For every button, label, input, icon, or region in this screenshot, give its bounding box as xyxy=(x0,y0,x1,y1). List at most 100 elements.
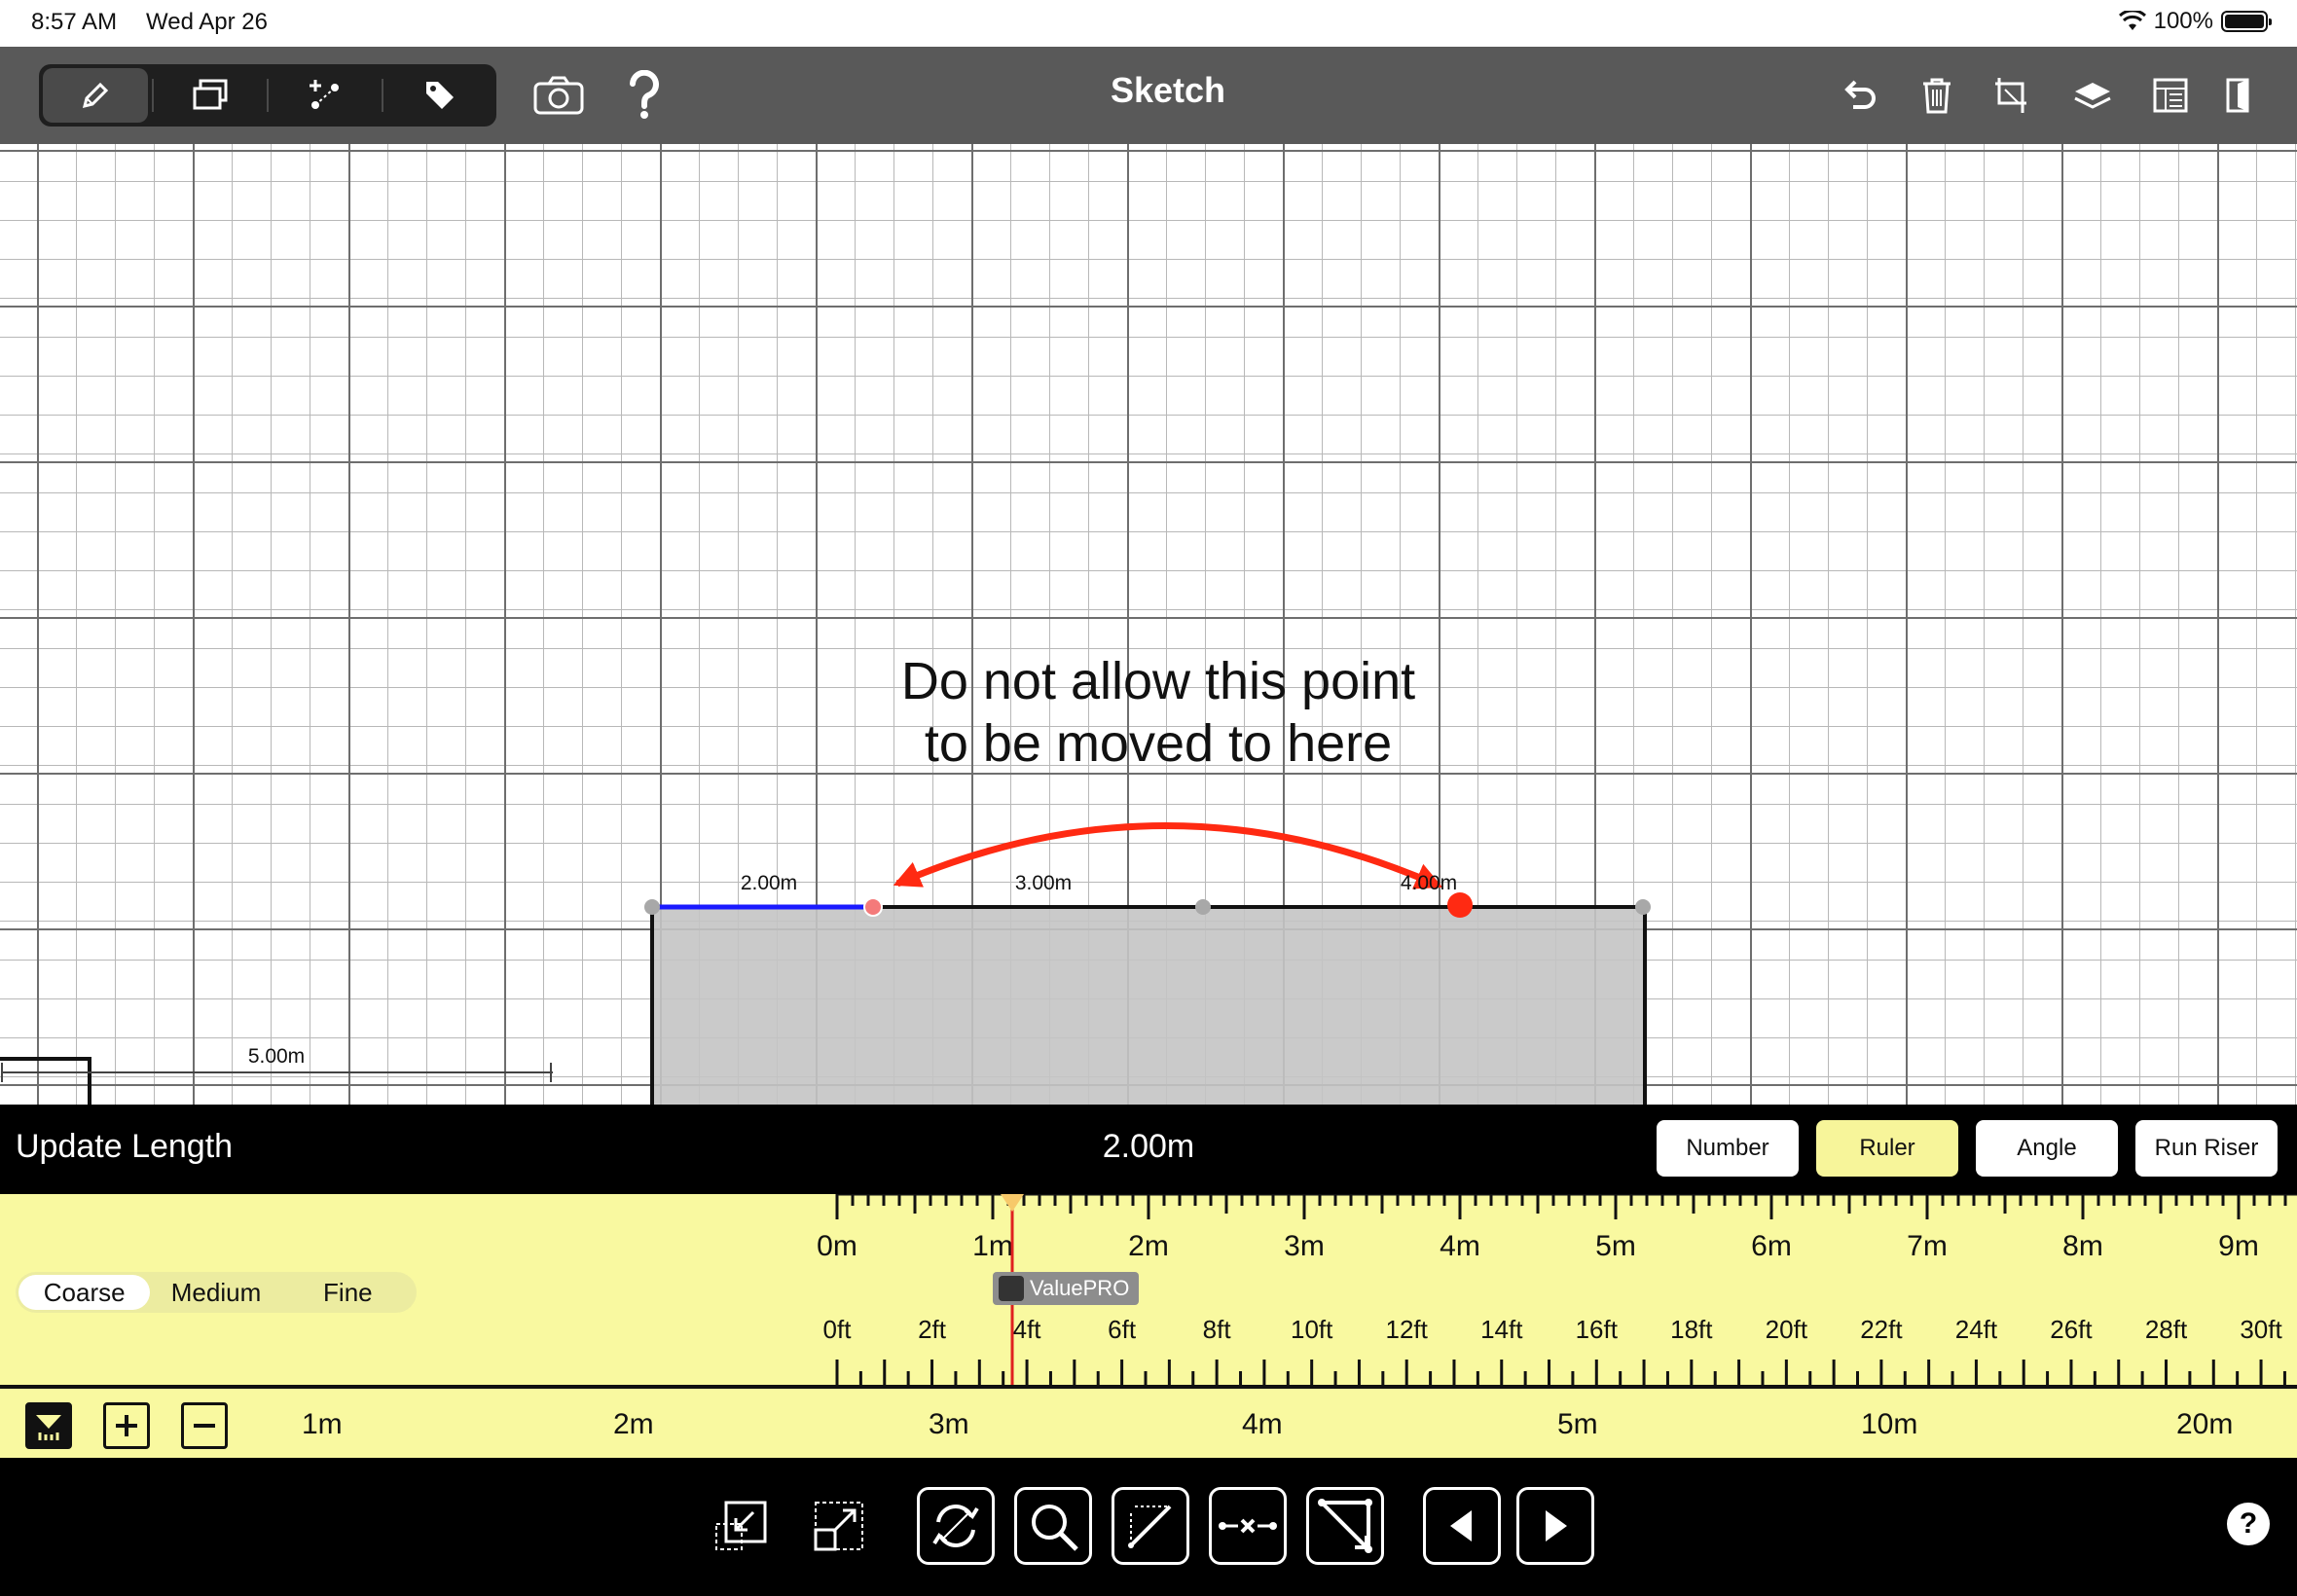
add-point-icon[interactable] xyxy=(269,64,382,127)
split-segment-icon[interactable] xyxy=(1209,1487,1287,1565)
imperial-tick-label: 6ft xyxy=(1108,1315,1137,1344)
wifi-icon xyxy=(2118,11,2146,30)
run-riser-mode-button[interactable]: Run Riser xyxy=(2135,1120,2278,1177)
status-right: 100% xyxy=(2118,8,2272,35)
mode-segmented-control xyxy=(39,64,496,127)
metric-tick-label: 5m xyxy=(1595,1230,1636,1262)
imperial-tick-label: 2ft xyxy=(918,1315,947,1344)
list-icon[interactable] xyxy=(2141,66,2200,125)
room-shape[interactable] xyxy=(652,907,1645,1105)
imperial-tick-label: 30ft xyxy=(2240,1315,2282,1344)
double-arrow xyxy=(893,822,1443,889)
imperial-tick-label: 12ft xyxy=(1386,1315,1429,1344)
metric-tick-label: 0m xyxy=(817,1230,857,1262)
toolbar: Sketch xyxy=(0,47,2297,144)
imperial-tick-label: 14ft xyxy=(1480,1315,1523,1344)
valuepro-logo: ValuePRO xyxy=(993,1272,1139,1305)
undo-icon[interactable] xyxy=(1830,66,1888,125)
battery-icon xyxy=(2221,11,2272,32)
ruler-panel[interactable]: Coarse Medium Fine 0m 1m 2m 3m 4m 5m 6m 7m 8m 9m 0… xyxy=(0,1194,2297,1385)
shrink-icon[interactable] xyxy=(703,1487,781,1565)
layers-icon[interactable] xyxy=(2063,66,2122,125)
vertex-point[interactable] xyxy=(1195,899,1211,915)
diagonal-icon[interactable] xyxy=(1306,1487,1384,1565)
previous-icon[interactable] xyxy=(1423,1487,1501,1565)
rotate-icon[interactable] xyxy=(917,1487,995,1565)
scale-bar: 1m 2m 3m 4m 5m 10m 20m xyxy=(0,1385,2297,1458)
draw-line-icon[interactable] xyxy=(1112,1487,1189,1565)
adjacent-room-edge xyxy=(0,1057,91,1105)
imperial-tick-label: 26ft xyxy=(2050,1315,2093,1344)
scale-label[interactable]: 10m xyxy=(1861,1408,1917,1441)
target-vertex-point[interactable] xyxy=(1447,892,1473,918)
help-button[interactable]: ? xyxy=(2227,1503,2270,1545)
next-icon[interactable] xyxy=(1516,1487,1594,1565)
annotation-line: Do not allow this point xyxy=(900,652,1416,710)
scale-toggle-icon[interactable] xyxy=(25,1402,72,1449)
status-time: 8:57 AM xyxy=(31,9,118,35)
expand-icon[interactable] xyxy=(800,1487,878,1565)
question-icon[interactable] xyxy=(615,66,674,125)
ruler-mode-button[interactable]: Ruler xyxy=(1816,1120,1958,1177)
bottom-toolbar: ? xyxy=(0,1458,2297,1596)
sketch-drawing: 2.00m 3.00m 4.00m 5.00m xyxy=(0,822,1651,1105)
imperial-tick-label: 0ft xyxy=(823,1315,853,1344)
zoom-out-button[interactable] xyxy=(181,1402,228,1449)
dimension-label: 4.00m xyxy=(1401,872,1457,894)
logo-text: ValuePRO xyxy=(1030,1276,1130,1300)
imperial-tick-label: 22ft xyxy=(1860,1315,1903,1344)
dimension-label: 3.00m xyxy=(1015,872,1072,894)
update-length-label: Update Length xyxy=(16,1128,234,1165)
scale-label[interactable]: 1m xyxy=(302,1408,343,1441)
imperial-tick-label: 10ft xyxy=(1291,1315,1333,1344)
annotation-line: to be moved to here xyxy=(924,714,1393,773)
transform-icon[interactable] xyxy=(1984,66,2042,125)
status-date: Wed Apr 26 xyxy=(146,9,268,35)
imperial-tick-label: 18ft xyxy=(1670,1315,1713,1344)
metric-tick-label: 4m xyxy=(1440,1230,1480,1262)
app-root: 8:57 AM Wed Apr 26 100% Sketch 2.00m 3.0… xyxy=(0,0,2297,1596)
selected-vertex-point[interactable] xyxy=(863,897,883,917)
metric-tick-label: 1m xyxy=(972,1230,1013,1262)
layers-copy-icon[interactable] xyxy=(154,64,267,127)
annotation-text: Do not allow this point to be moved to h… xyxy=(866,650,1450,775)
number-mode-button[interactable]: Number xyxy=(1657,1120,1799,1177)
scale-label[interactable]: 3m xyxy=(929,1408,969,1441)
metric-tick-label: 3m xyxy=(1284,1230,1325,1262)
zoom-icon[interactable] xyxy=(1014,1487,1092,1565)
scale-label[interactable]: 2m xyxy=(613,1408,654,1441)
exit-icon[interactable] xyxy=(2209,66,2268,125)
angle-mode-button[interactable]: Angle xyxy=(1976,1120,2118,1177)
metric-tick-label: 8m xyxy=(2062,1230,2103,1262)
scale-label[interactable]: 5m xyxy=(1557,1408,1598,1441)
vertex-point[interactable] xyxy=(1635,899,1651,915)
imperial-tick-label: 4ft xyxy=(1013,1315,1042,1344)
imperial-tick-label: 24ft xyxy=(1955,1315,1998,1344)
sketch-canvas[interactable]: 2.00m 3.00m 4.00m 5.00m Do not allow thi… xyxy=(0,144,2297,1105)
metric-tick-label: 6m xyxy=(1751,1230,1792,1262)
dimension-label: 5.00m xyxy=(248,1045,305,1068)
imperial-tick-label: 20ft xyxy=(1766,1315,1808,1344)
zoom-in-button[interactable] xyxy=(103,1402,150,1449)
metric-tick-label: 2m xyxy=(1128,1230,1169,1262)
pencil-icon[interactable] xyxy=(43,68,149,123)
metric-tick-label: 9m xyxy=(2218,1230,2259,1262)
battery-percent: 100% xyxy=(2153,8,2213,34)
camera-icon[interactable] xyxy=(529,66,588,125)
scale-label[interactable]: 20m xyxy=(2176,1408,2233,1441)
toolbar-title: Sketch xyxy=(1110,70,1226,110)
ruler-scale[interactable]: 0m 1m 2m 3m 4m 5m 6m 7m 8m 9m 0ft 2ft 4ft 6ft 8ft 10ft 1… xyxy=(0,1194,2297,1385)
value-indicator-handle[interactable] xyxy=(1001,1194,1024,1212)
dimension-label: 2.00m xyxy=(741,872,797,894)
status-bar: 8:57 AM Wed Apr 26 100% xyxy=(0,0,2297,47)
metric-tick-label: 7m xyxy=(1907,1230,1948,1262)
vertex-point[interactable] xyxy=(644,899,660,915)
trash-icon[interactable] xyxy=(1908,66,1966,125)
length-value: 2.00m xyxy=(1102,1128,1195,1165)
imperial-tick-label: 28ft xyxy=(2145,1315,2188,1344)
scale-label[interactable]: 4m xyxy=(1242,1408,1283,1441)
imperial-tick-label: 16ft xyxy=(1576,1315,1619,1344)
imperial-tick-label: 8ft xyxy=(1203,1315,1232,1344)
update-length-bar: Update Length 2.00m Number Ruler Angle R… xyxy=(0,1105,2297,1194)
tag-icon[interactable] xyxy=(383,64,496,127)
